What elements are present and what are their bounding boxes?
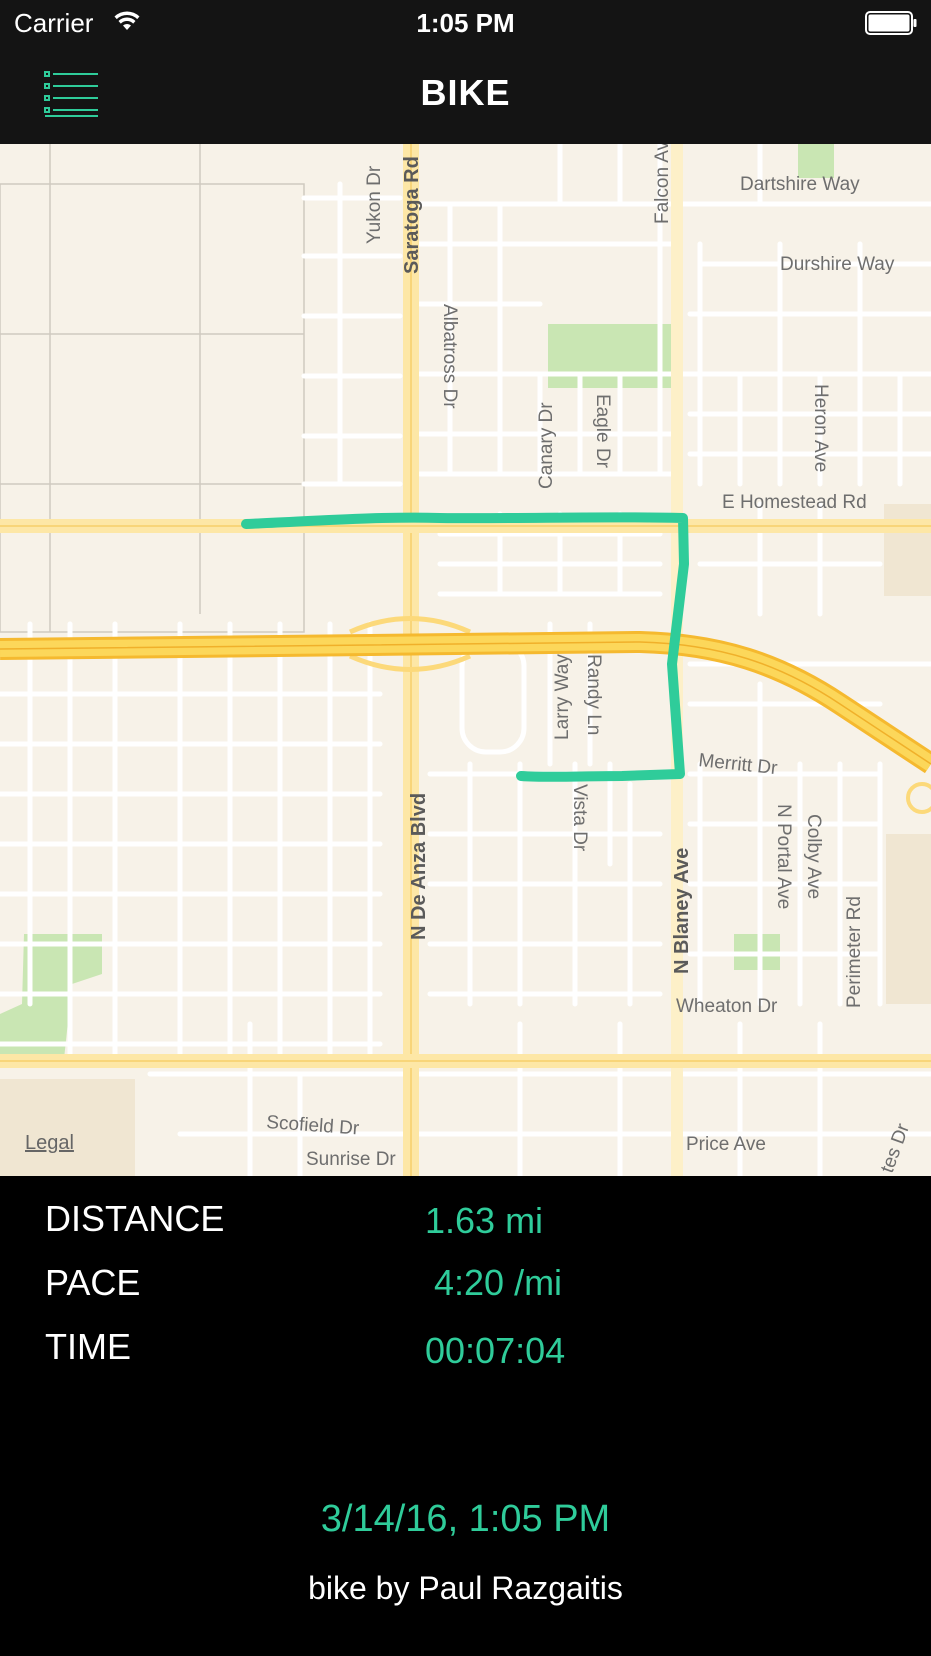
street-label: Canary Dr [536,402,557,489]
map-canvas: Saratoga Rd Yukon Dr Albatross Dr Falcon… [0,144,931,1176]
street-label: Yukon Dr [364,165,385,244]
street-label: Colby Ave [803,814,824,899]
distance-label: DISTANCE [45,1198,225,1239]
nav-bar: BIKE [0,46,931,144]
status-time: 1:05 PM [416,8,515,38]
street-label: Durshire Way [780,254,895,275]
street-label: Sunrise Dr [306,1149,396,1170]
stats-panel: DISTANCE 1.63 mi PACE 4:20 /mi TIME 00:0… [0,1176,931,1656]
page-title: BIKE [420,72,511,113]
street-label: Larry Way [552,654,573,740]
app-credit: bike by Paul Razgaitis [308,1570,623,1606]
time-label: TIME [45,1326,131,1367]
street-label: Vista Dr [569,784,590,852]
street-label: Price Ave [686,1134,766,1155]
street-label: Heron Ave [810,384,831,472]
parcel-grid [0,144,305,633]
street-label: N De Anza Blvd [408,793,430,940]
battery-icon [865,11,917,35]
time-value: 00:07:04 [425,1330,566,1371]
street-label: Eagle Dr [592,394,613,469]
street-label: Perimeter Rd [844,896,865,1008]
street-label: Saratoga Rd [401,156,423,274]
street-label: tes Dr [877,1120,914,1175]
street-label: Wheaton Dr [676,996,778,1017]
street-label: Falcon Av [652,144,673,224]
street-label: Dartshire Way [740,174,860,195]
street-label: Albatross Dr [439,304,460,409]
legal-link[interactable]: Legal [25,1132,74,1155]
freeway [0,630,931,814]
street-label: N Portal Ave [773,804,794,909]
arterial-roads [0,144,931,1176]
pace-label: PACE [45,1262,141,1303]
street-label: N Blaney Ave [671,848,693,974]
street-label: Randy Ln [583,654,604,735]
status-bar: Carrier 1:05 PM [0,0,931,46]
street-label: E Homestead Rd [722,492,867,513]
ride-date: 3/14/16, 1:05 PM [320,1498,611,1540]
route-map[interactable]: Saratoga Rd Yukon Dr Albatross Dr Falcon… [0,144,931,1176]
distance-value: 1.63 mi [425,1200,544,1241]
pace-value: 4:20 /mi [434,1262,563,1303]
